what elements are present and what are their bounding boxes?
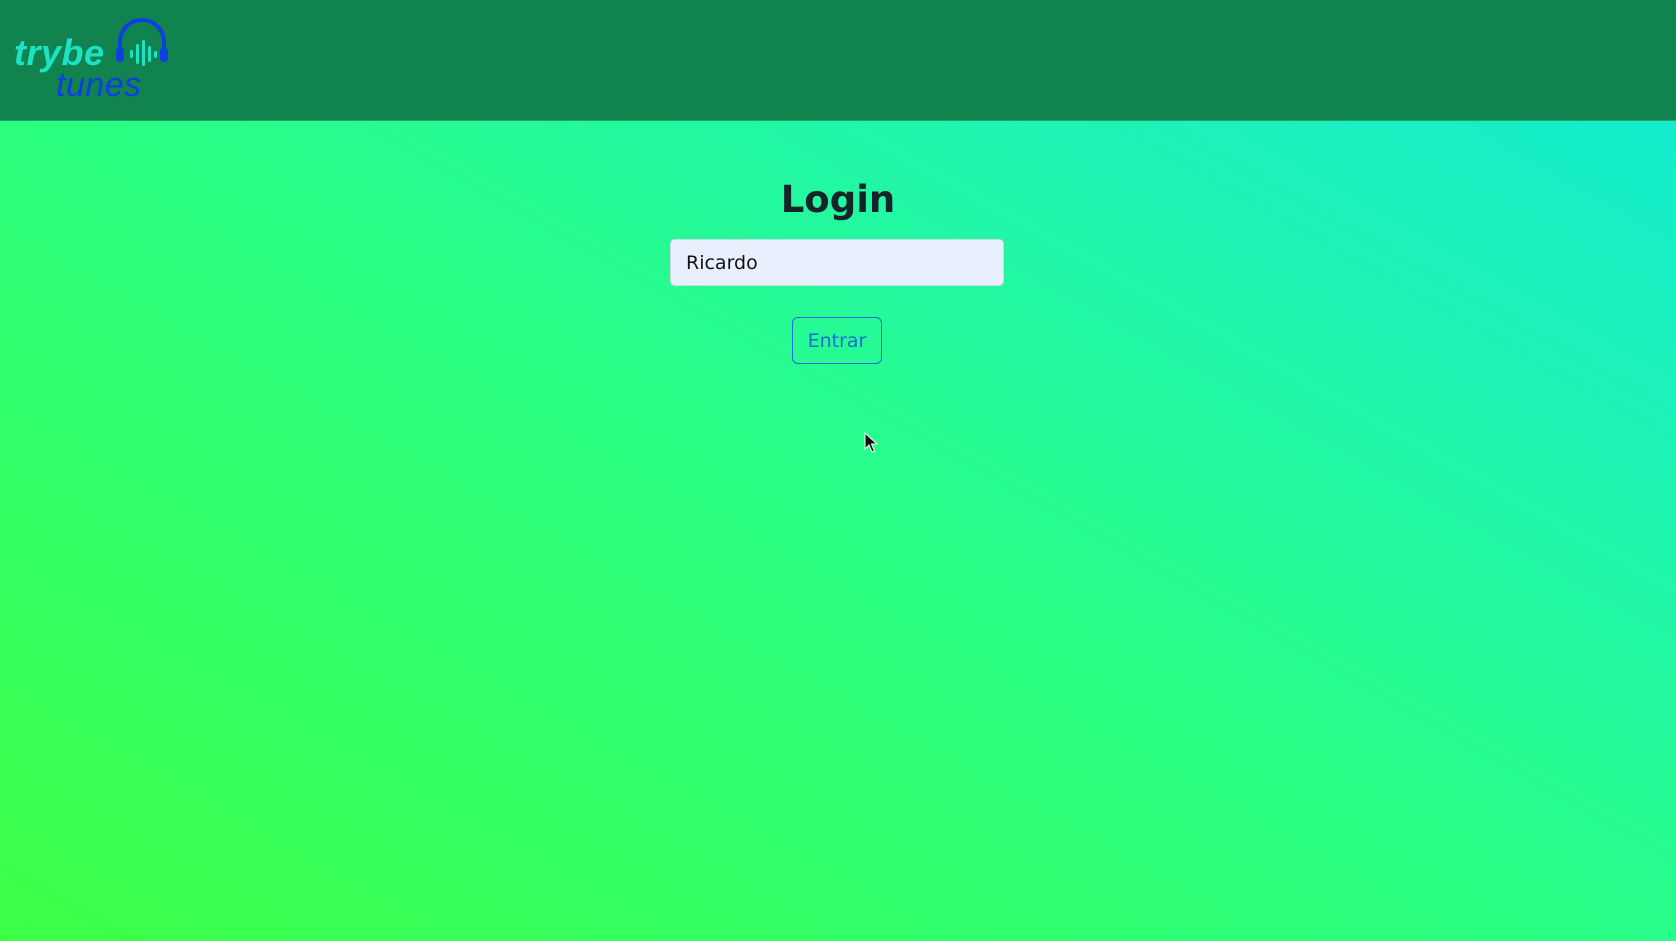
- mouse-cursor-icon: [864, 432, 878, 453]
- logo-word-tunes: tunes: [56, 66, 142, 104]
- trybe-tunes-logo: trybe tunes: [14, 12, 174, 104]
- page-title: Login: [780, 178, 896, 221]
- app-header: trybe tunes: [0, 0, 1676, 121]
- name-input[interactable]: [670, 239, 1004, 286]
- headphones-icon: [116, 18, 168, 66]
- enter-button[interactable]: Entrar: [792, 317, 882, 364]
